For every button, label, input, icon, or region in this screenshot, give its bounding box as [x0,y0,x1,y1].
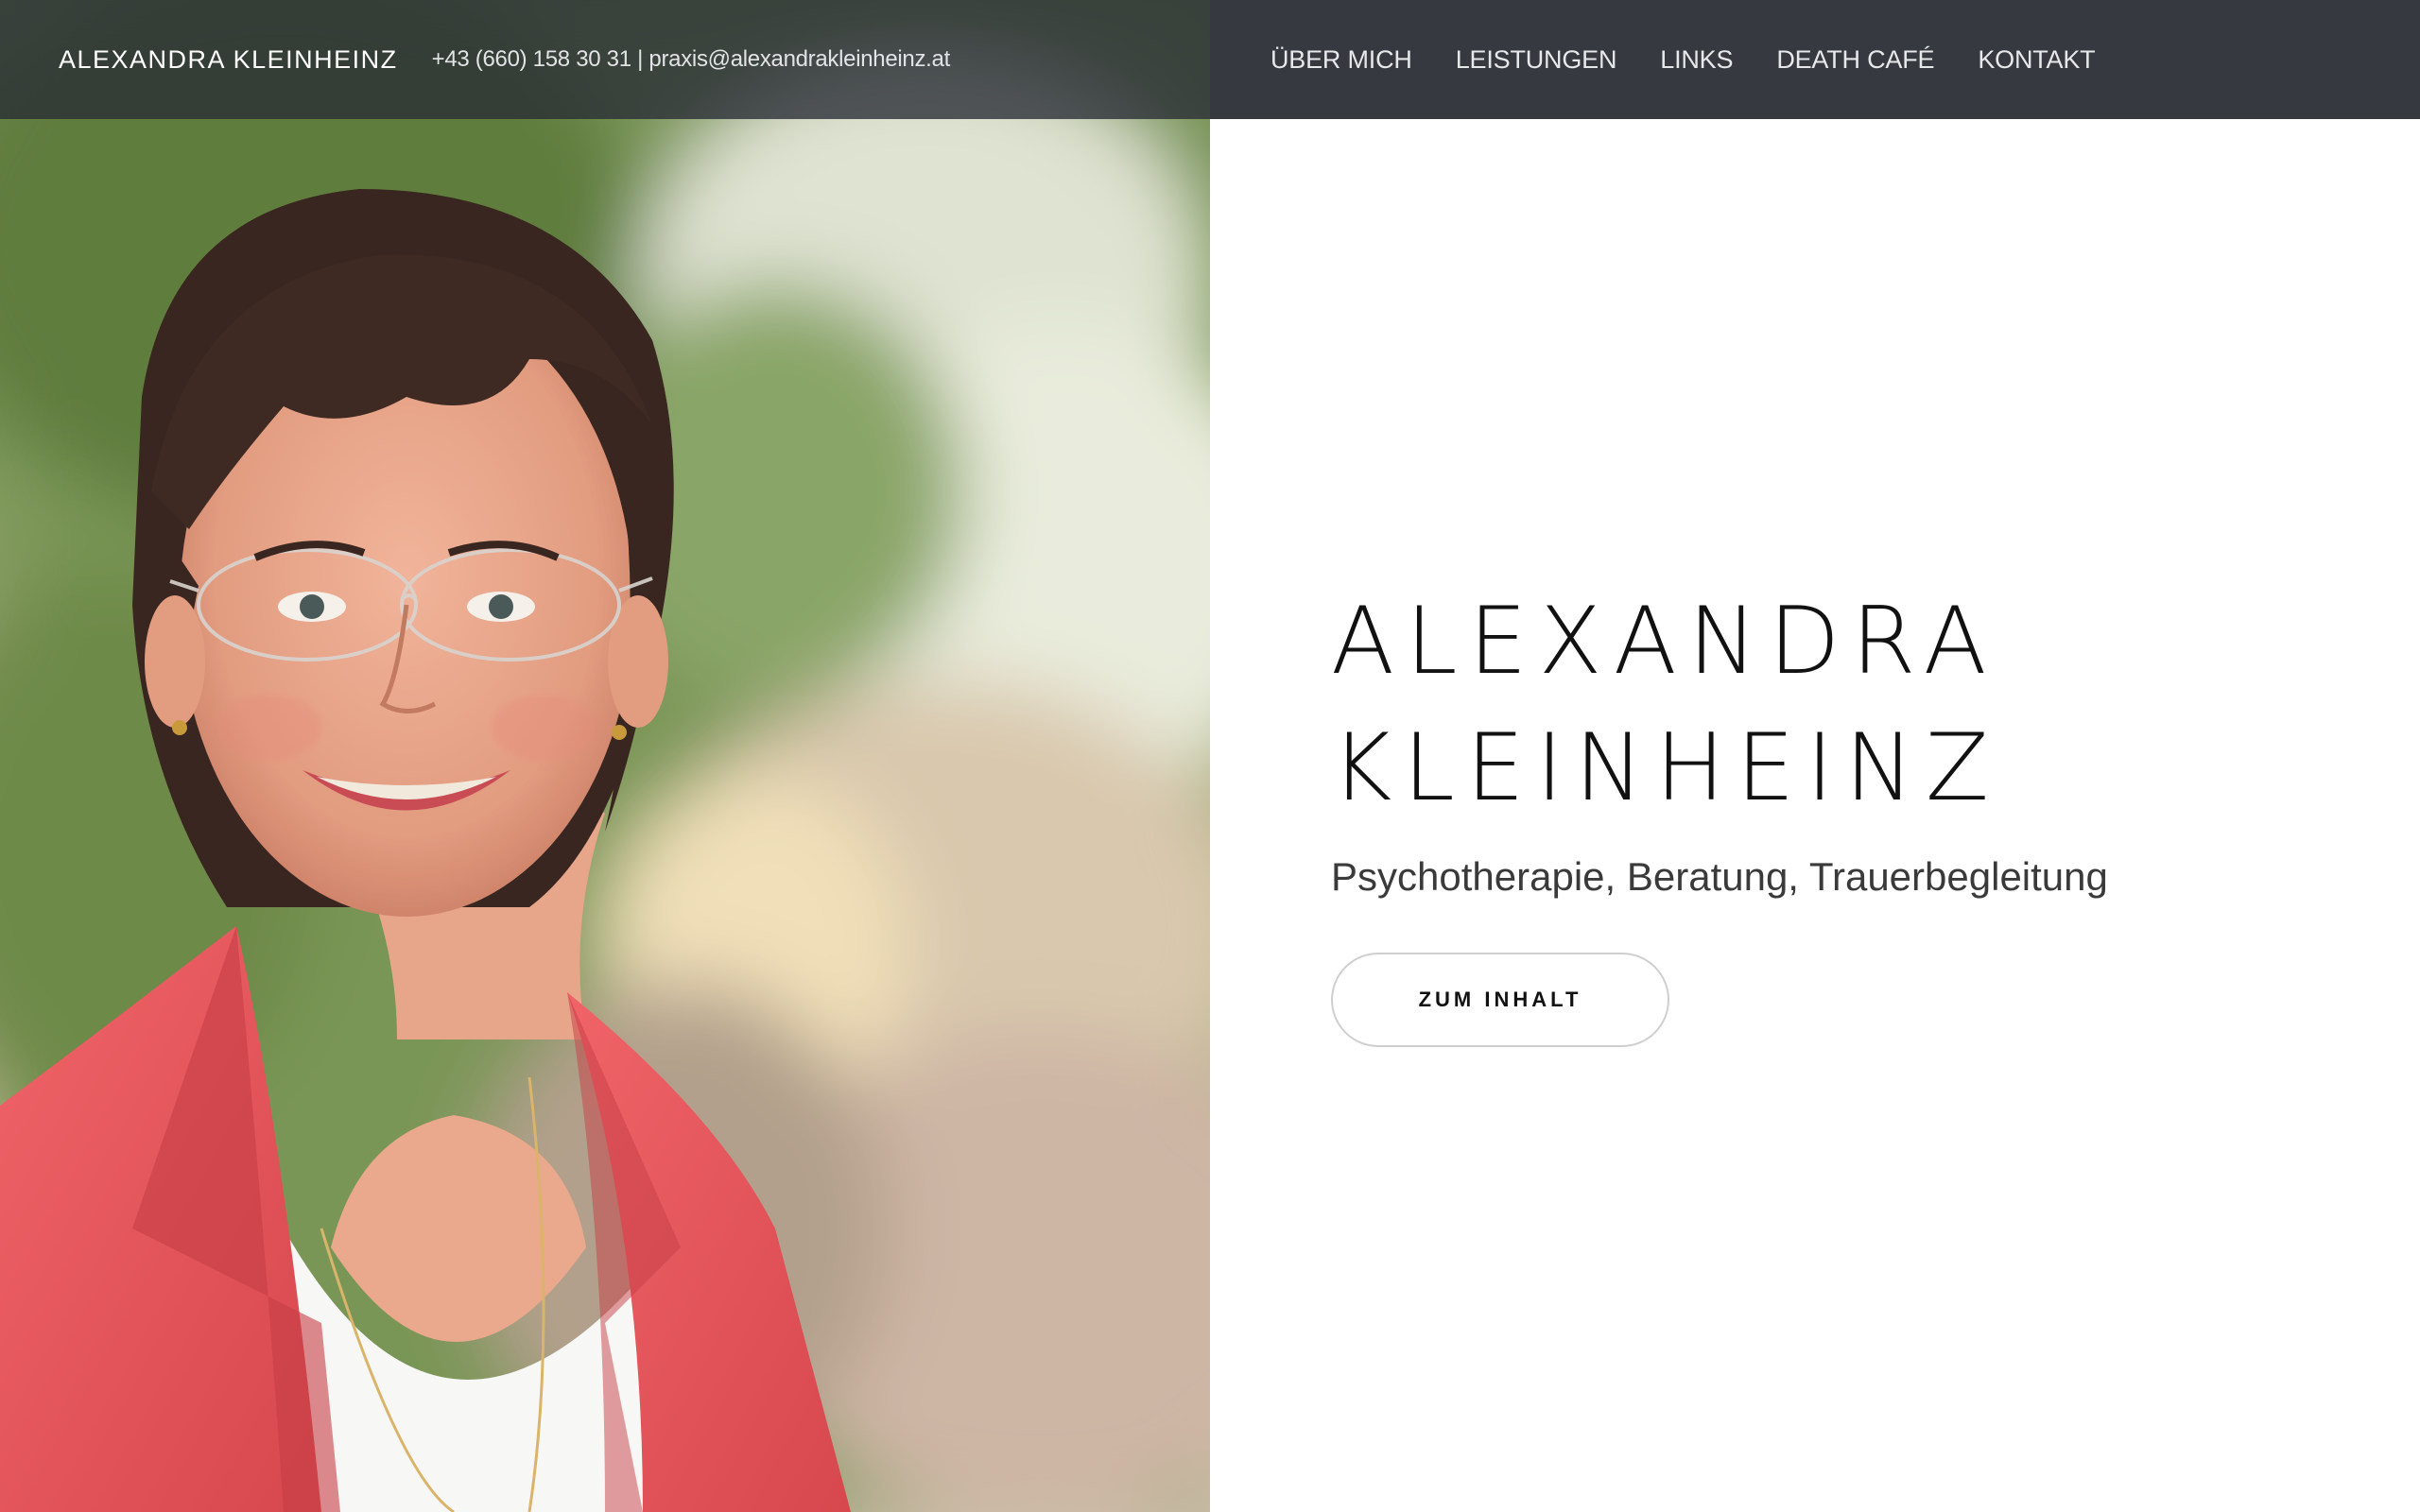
topbar-left: ALEXANDRA KLEINHEINZ +43 (660) 158 30 31… [0,0,1210,119]
hero-title-line1: ALEXANDRA [1331,588,1998,696]
hero-title-line2: KLEINHEINZ [1331,714,2000,822]
nav-item-death-cafe[interactable]: DEATH CAFÉ [1776,45,1934,75]
zum-inhalt-button[interactable]: ZUM INHALT [1331,953,1669,1047]
nav-item-ueber-mich[interactable]: ÜBER MICH [1270,45,1412,75]
main-nav: ÜBER MICH LEISTUNGEN LINKS DEATH CAFÉ KO… [1270,45,2096,75]
hero-subtitle: Psychotherapie, Beratung, Trauerbegleitu… [1331,854,2108,899]
page: ALEXANDRA KLEINHEINZ +43 (660) 158 30 31… [0,0,2420,1512]
hero-title: ALEXANDRA KLEINHEINZ [1331,578,2276,832]
hero-portrait-image [0,0,1210,1512]
nav-item-leistungen[interactable]: LEISTUNGEN [1456,45,1617,75]
nav-item-links[interactable]: LINKS [1660,45,1733,75]
top-navigation-bar: ALEXANDRA KLEINHEINZ +43 (660) 158 30 31… [0,0,2420,119]
hero-text-block: ALEXANDRA KLEINHEINZ Psychotherapie, Ber… [1331,578,2276,1047]
contact-info[interactable]: +43 (660) 158 30 31 | praxis@alexandrakl… [432,46,951,73]
nav-item-kontakt[interactable]: KONTAKT [1978,45,2095,75]
topbar-right: ÜBER MICH LEISTUNGEN LINKS DEATH CAFÉ KO… [1210,0,2420,119]
site-brand-link[interactable]: ALEXANDRA KLEINHEINZ [59,45,398,75]
